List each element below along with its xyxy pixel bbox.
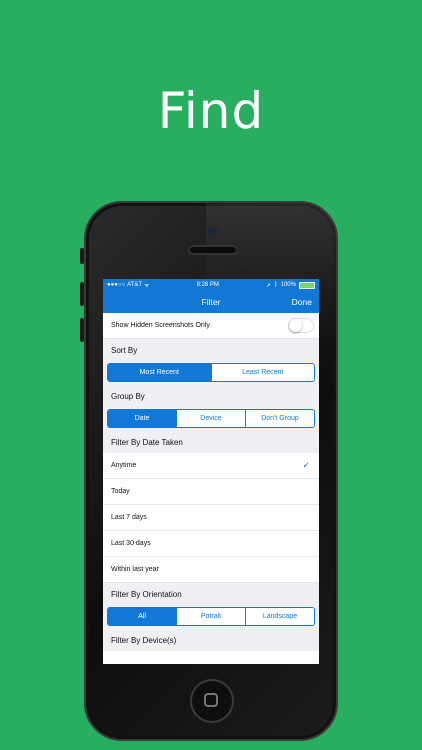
phone-screen: ●●●○○ AT&T ᯤ 8:28 PM ➚ ᛒ 100% Filter Don… [103, 279, 319, 664]
home-button[interactable] [190, 679, 234, 723]
group-by-header: Group By [103, 385, 319, 407]
orientation-landscape-segment[interactable]: Landscape [245, 608, 314, 625]
group-device-segment[interactable]: Device [176, 410, 245, 427]
orientation-segmented-control: All Potrait Landscape [107, 607, 315, 626]
sort-most-recent-segment[interactable]: Most Recent [108, 364, 211, 381]
date-option-last-30-days[interactable]: Last 30 days [103, 531, 319, 557]
toggle-knob [289, 319, 302, 332]
date-option-today[interactable]: Today [103, 479, 319, 505]
hidden-screenshots-label: Show Hidden Screenshots Only [111, 322, 210, 329]
signal-dots-icon: ●●●○○ [107, 282, 126, 288]
sort-by-segmented-control: Most Recent Least Recent [107, 363, 315, 382]
group-none-segment[interactable]: Don't Group [245, 410, 314, 427]
date-option-label: Today [111, 488, 130, 495]
orientation-portrait-segment[interactable]: Potrait [176, 608, 245, 625]
battery-icon [298, 281, 315, 289]
checkmark-icon: ✓ [302, 460, 310, 470]
date-option-anytime[interactable]: Anytime ✓ [103, 453, 319, 479]
battery-percent: 100% [280, 282, 296, 288]
date-taken-header: Filter By Date Taken [103, 431, 319, 453]
earpiece-speaker [190, 247, 236, 253]
orientation-header: Filter By Orientation [103, 583, 319, 605]
group-date-segment[interactable]: Date [108, 410, 176, 427]
bluetooth-icon: ᛒ [274, 282, 278, 288]
status-bar: ●●●○○ AT&T ᯤ 8:28 PM ➚ ᛒ 100% [103, 279, 319, 291]
carrier-label: AT&T [127, 282, 143, 288]
sort-least-recent-segment[interactable]: Least Recent [210, 364, 314, 381]
date-option-label: Within last year [111, 566, 159, 573]
status-time: 8:28 PM [196, 282, 219, 288]
front-camera [208, 227, 217, 236]
nav-title: Filter [201, 297, 221, 307]
navigation-bar: Filter Done [103, 291, 319, 313]
date-option-label: Last 7 days [111, 514, 147, 521]
date-option-within-last-year[interactable]: Within last year [103, 557, 319, 583]
home-square-icon [204, 693, 218, 707]
hidden-screenshots-toggle[interactable] [288, 318, 314, 333]
date-option-label: Anytime [111, 462, 137, 469]
orientation-all-segment[interactable]: All [108, 608, 176, 625]
devices-header: Filter By Device(s) [103, 629, 319, 651]
group-by-segmented-control: Date Device Don't Group [107, 409, 315, 428]
date-option-label: Last 30 days [111, 540, 151, 547]
location-icon: ➚ [265, 282, 272, 289]
sort-by-header: Sort By [103, 339, 319, 361]
done-button[interactable]: Done [292, 297, 312, 307]
wifi-icon: ᯤ [144, 283, 150, 289]
date-option-last-7-days[interactable]: Last 7 days [103, 505, 319, 531]
headline: Find [157, 82, 265, 140]
hidden-screenshots-row: Show Hidden Screenshots Only [103, 313, 319, 339]
